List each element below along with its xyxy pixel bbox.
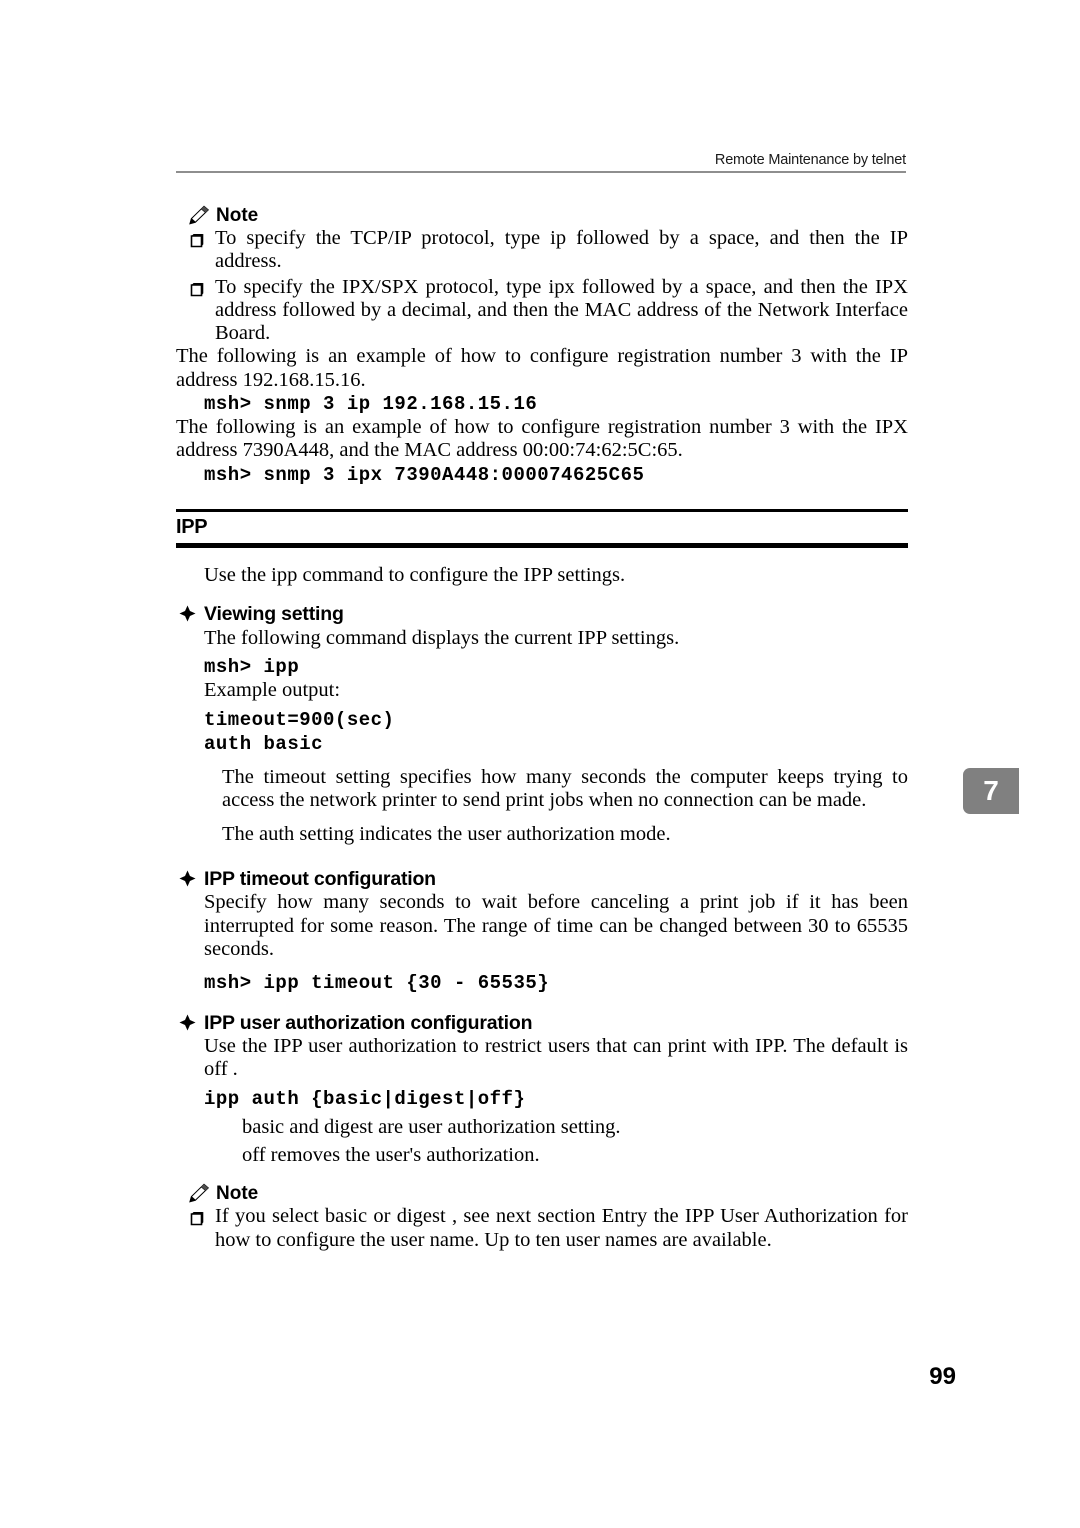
ipp-timeout-command: msh> ipp timeout {30 - 65535} [204,972,550,995]
note-item: If you select basic or digest , see next… [188,1205,908,1252]
ipp-auth-basic-digest-note: basic and digest are user authorization … [242,1115,621,1138]
chapter-thumb-tab: 7 [963,768,1019,814]
note-heading-top: Note [188,205,908,225]
snmp-ip-intro: The following is an example of how to co… [176,345,908,391]
note-item-text: To specify the IPX/SPX protocol, type ip… [215,275,908,345]
note-label: Note [216,204,259,226]
ipp-section-banner: IPP [176,509,908,549]
diamond-bullet-icon [179,605,196,622]
ipp-auth-heading: IPP user authorization configuration [179,1012,908,1034]
square-bullet-icon [190,1212,204,1226]
chapter-number: 7 [983,775,999,806]
timeout-explanation: The timeout setting specifies how many s… [222,766,908,812]
ipp-auth-description: Use the IPP user authorization to restri… [204,1034,908,1081]
note-item-text: If you select basic or digest , see next… [215,1205,908,1251]
square-bullet-icon [190,282,204,296]
viewing-setting-command: msh> ipp [204,655,300,678]
ipp-auth-off-note: off removes the user's authorization. [242,1144,540,1167]
note-item-text: To specify the TCP/IP protocol, type ip … [215,227,908,273]
ipp-timeout-label: IPP timeout configuration [204,867,436,890]
page-content: Note To specify the TCP/IP protocol, typ… [176,205,908,1252]
example-output-label: Example output: [204,679,341,702]
note-item: To specify the TCP/IP protocol, type ip … [188,227,908,274]
note-item: To specify the IPX/SPX protocol, type ip… [188,276,908,346]
snmp-ipx-intro: The following is an example of how to co… [176,416,908,462]
example-output-line-2: auth basic [204,732,324,755]
viewing-setting-heading: Viewing setting [179,603,908,625]
pencil-note-icon [189,1183,210,1203]
snmp-ip-command: msh> snmp 3 ip 192.168.15.16 [204,392,538,415]
document-page: Remote Maintenance by telnet Note To spe… [0,0,1080,1528]
pencil-note-icon [189,205,210,225]
header-divider [176,171,906,173]
example-output-line-1: timeout=900(sec) [204,708,395,731]
running-head: Remote Maintenance by telnet [714,152,906,168]
square-bullet-icon [190,234,204,248]
diamond-bullet-icon [179,870,196,887]
auth-explanation: The auth setting indicates the user auth… [222,822,671,845]
ipp-auth-command: ipp auth {basic|digest|off} [204,1087,526,1110]
viewing-setting-description: The following command displays the curre… [204,626,680,649]
note-heading-bottom: Note [188,1183,908,1203]
ipp-section-title: IPP [176,516,208,539]
page-header: Remote Maintenance by telnet [176,152,906,173]
ipp-intro-text: Use the ipp command to configure the IPP… [204,564,626,587]
diamond-bullet-icon [179,1014,196,1031]
note-label: Note [216,1182,259,1204]
page-number: 99 [929,1363,956,1390]
ipp-timeout-description: Specify how many seconds to wait before … [204,891,908,960]
snmp-ipx-command: msh> snmp 3 ipx 7390A448:000074625C65 [204,463,645,486]
ipp-timeout-heading: IPP timeout configuration [179,868,908,890]
ipp-auth-label: IPP user authorization configuration [204,1011,533,1034]
viewing-setting-label: Viewing setting [204,603,344,626]
